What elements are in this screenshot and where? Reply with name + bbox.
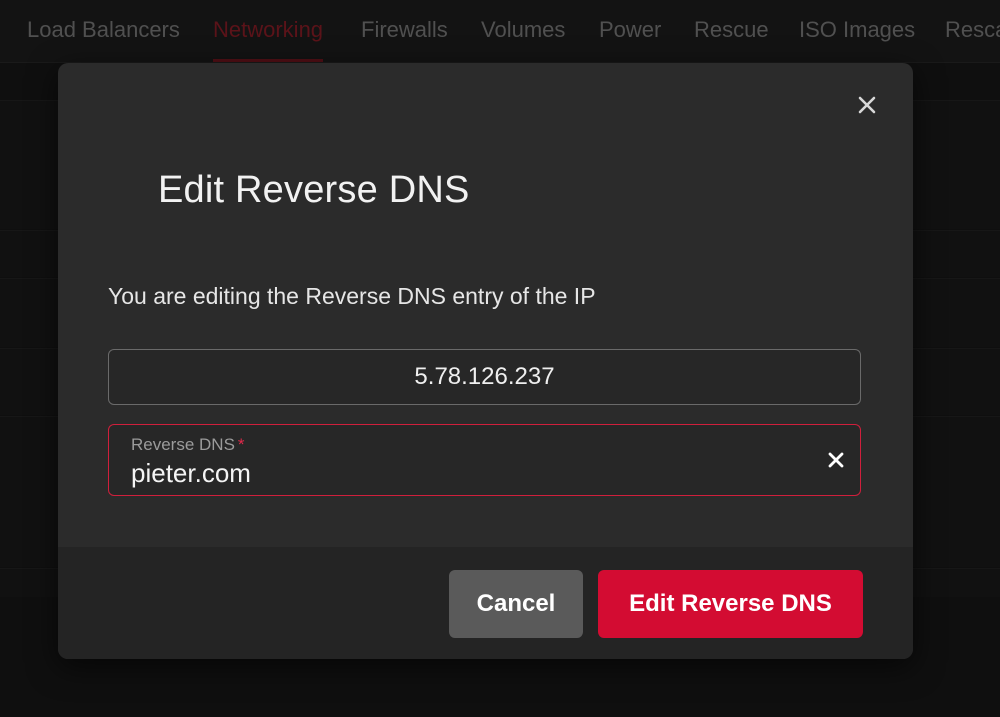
dialog-title: Edit Reverse DNS (158, 169, 470, 211)
reverse-dns-field[interactable]: Reverse DNS * (108, 424, 861, 496)
ip-address-display: 5.78.126.237 (108, 349, 861, 405)
edit-reverse-dns-dialog: Edit Reverse DNS You are editing the Rev… (58, 63, 913, 659)
page: Load Balancers Networking Firewalls Volu… (0, 0, 1000, 717)
cancel-button[interactable]: Cancel (449, 570, 583, 638)
reverse-dns-label: Reverse DNS * (131, 435, 245, 455)
close-button[interactable] (851, 89, 883, 121)
close-icon (858, 96, 876, 114)
reverse-dns-input[interactable] (131, 457, 771, 489)
clear-input-button[interactable] (820, 444, 852, 476)
clear-icon (828, 452, 844, 468)
reverse-dns-label-text: Reverse DNS (131, 435, 235, 454)
edit-reverse-dns-button[interactable]: Edit Reverse DNS (598, 570, 863, 638)
dialog-footer: Cancel Edit Reverse DNS (58, 547, 913, 659)
ip-address-value: 5.78.126.237 (414, 363, 555, 390)
dialog-description: You are editing the Reverse DNS entry of… (108, 283, 596, 309)
required-marker: * (237, 435, 245, 454)
